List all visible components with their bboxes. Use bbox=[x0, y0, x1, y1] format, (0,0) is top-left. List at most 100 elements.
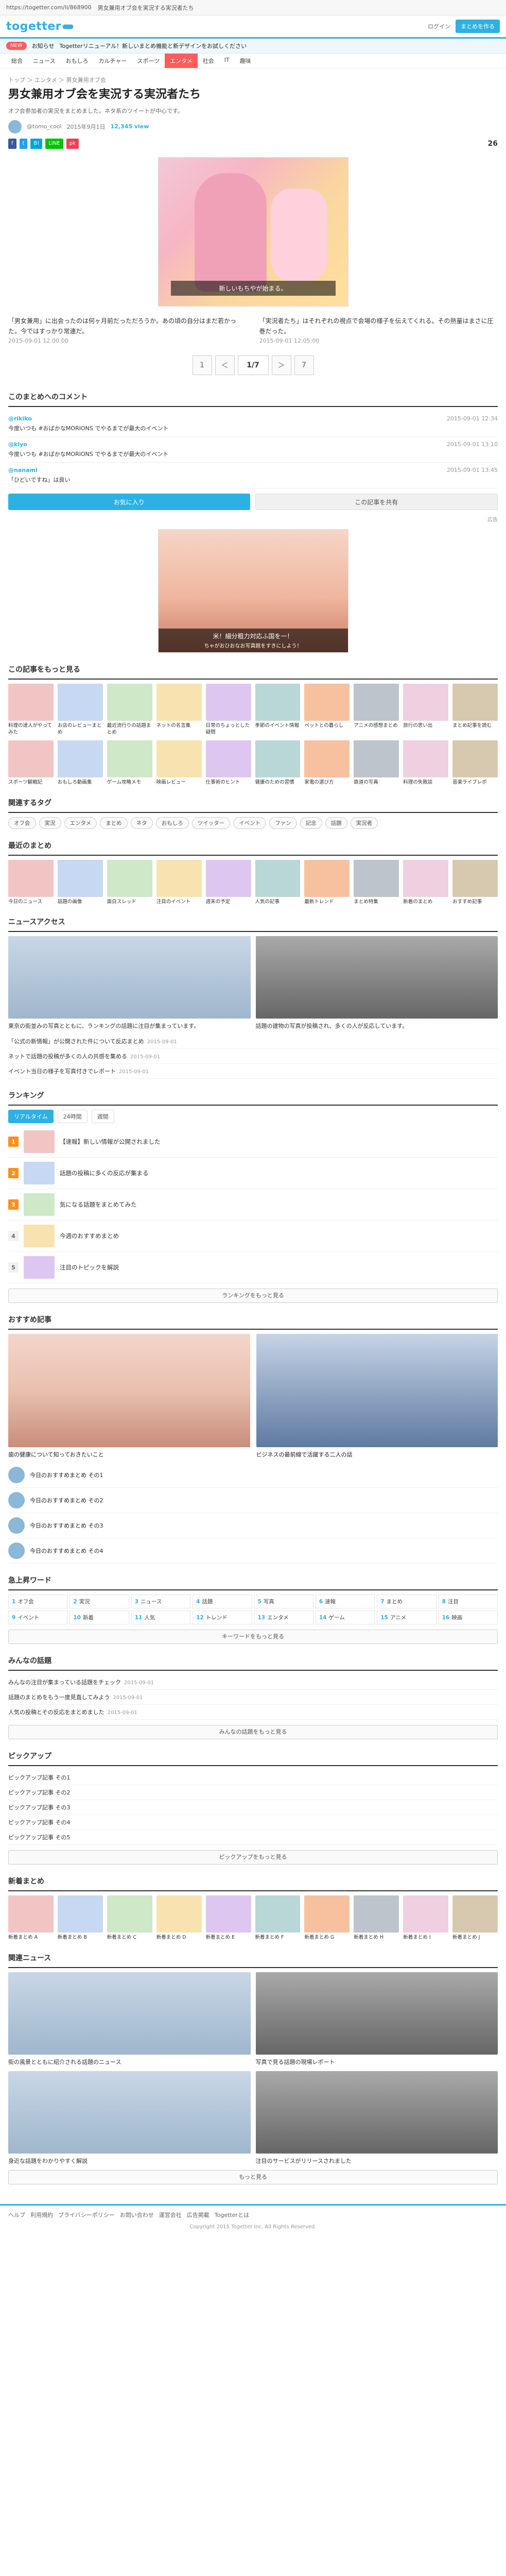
keyword-item[interactable]: 16 映画 bbox=[438, 1611, 498, 1625]
article-card[interactable]: 週末の予定 bbox=[205, 859, 251, 906]
keyword-item[interactable]: 14 ゲーム bbox=[315, 1611, 375, 1625]
ad-banner[interactable]: 米！細分粗力対応ふ国を一！ ちゃがおひおなお写真館をすきにしよう！ bbox=[158, 529, 348, 653]
footer-link[interactable]: お問い合わせ bbox=[120, 2211, 154, 2219]
tag-chip[interactable]: イベント bbox=[233, 817, 267, 829]
article-card[interactable]: 新着まとめ C bbox=[107, 1895, 152, 1941]
article-card[interactable]: 今日のニュース bbox=[8, 859, 54, 906]
category-tab[interactable]: エンタメ bbox=[165, 54, 198, 68]
favorite-button[interactable]: お気に入り bbox=[8, 494, 250, 511]
keyword-item[interactable]: 10 新着 bbox=[69, 1611, 129, 1625]
community-item[interactable]: みんなの注目が集まっている話題をチェック 2015-09-01 bbox=[8, 1675, 498, 1690]
tag-chip[interactable]: おもしろ bbox=[155, 817, 189, 829]
reco-list-item[interactable]: 今日のおすすめまとめ その3 bbox=[8, 1513, 498, 1539]
site-logo[interactable]: togetter bbox=[6, 20, 74, 33]
feature-item[interactable]: ピックアップ記事 その5 bbox=[8, 1830, 498, 1845]
article-card[interactable]: おすすめ記事 bbox=[452, 859, 498, 906]
footer-link[interactable]: 利用規約 bbox=[30, 2211, 53, 2219]
keyword-item[interactable]: 5 写真 bbox=[254, 1595, 313, 1609]
pager-last-button[interactable]: 7 bbox=[294, 355, 314, 376]
pager-first-button[interactable]: 1 bbox=[192, 355, 212, 376]
footer-link[interactable]: ヘルプ bbox=[8, 2211, 25, 2219]
keyword-item[interactable]: 12 トレンド bbox=[193, 1611, 252, 1625]
tag-chip[interactable]: 実況 bbox=[39, 817, 61, 829]
tweet-time[interactable]: 2015-09-01 12:00:00 bbox=[8, 336, 247, 346]
footer-link[interactable]: プライバシーポリシー bbox=[58, 2211, 115, 2219]
community-item[interactable]: 人気の投稿とその反応をまとめました 2015-09-01 bbox=[8, 1705, 498, 1720]
article-card[interactable]: 新着まとめ F bbox=[255, 1895, 301, 1941]
tag-chip[interactable]: 実況者 bbox=[350, 817, 378, 829]
keyword-item[interactable]: 3 ニュース bbox=[131, 1595, 191, 1609]
ranking-item[interactable]: 5 注目のトピックを解説 bbox=[8, 1252, 498, 1284]
share-article-button[interactable]: この記事を共有 bbox=[255, 494, 498, 511]
notice-text[interactable]: Togetterリニューアル！新しいまとめ機能と新デザインをお試しください bbox=[59, 42, 247, 50]
article-card[interactable]: 鉄道の写真 bbox=[354, 740, 399, 786]
pocket-share-button[interactable]: pk bbox=[66, 138, 79, 149]
keyword-item[interactable]: 1 オフ会 bbox=[8, 1595, 68, 1609]
article-card[interactable]: 料理の失敗談 bbox=[403, 740, 449, 786]
category-tab[interactable]: おもしろ bbox=[60, 54, 93, 68]
footer-link[interactable]: 広告掲載 bbox=[187, 2211, 210, 2219]
category-tab[interactable]: カルチャー bbox=[93, 54, 132, 68]
article-card[interactable]: アニメの感想まとめ bbox=[354, 684, 399, 736]
article-card[interactable]: 新着まとめ D bbox=[156, 1895, 202, 1941]
news-feature-card[interactable]: 話題の建物の写真が投稿され、多くの人が反応しています。 bbox=[255, 936, 498, 1030]
comment-author[interactable]: @rikiko bbox=[8, 415, 32, 422]
tag-chip[interactable]: ツイッター bbox=[191, 817, 231, 829]
keyword-item[interactable]: 13 エンタメ bbox=[254, 1611, 313, 1625]
article-card[interactable]: 最近流行りの話題まとめ bbox=[107, 684, 152, 736]
keyword-item[interactable]: 11 人気 bbox=[131, 1611, 191, 1625]
hero-image[interactable]: 新しいもちやが始まる。 bbox=[158, 157, 348, 307]
tag-chip[interactable]: エンタメ bbox=[64, 817, 97, 829]
keyword-item[interactable]: 8 注目 bbox=[438, 1595, 498, 1609]
tag-chip[interactable]: オフ会 bbox=[8, 817, 36, 829]
keyword-item[interactable]: 2 実況 bbox=[69, 1595, 129, 1609]
community-more-button[interactable]: みんなの話題をもっと見る bbox=[8, 1725, 498, 1740]
article-card[interactable]: 新着まとめ J bbox=[452, 1895, 498, 1941]
bottom-news-card[interactable]: 写真で見る話題の現場レポート bbox=[255, 1972, 498, 2066]
url-text[interactable]: https://togetter.com/li/868900 bbox=[6, 4, 92, 11]
article-card[interactable]: 新着まとめ H bbox=[354, 1895, 399, 1941]
article-card[interactable]: 料理の達人がやってみた bbox=[8, 684, 54, 736]
article-card[interactable]: 家電の選び方 bbox=[304, 740, 350, 786]
news-list-item[interactable]: ネットで話題の投稿が多くの人の共感を集める 2015-09-01 bbox=[8, 1049, 498, 1064]
pager-prev-button[interactable]: ＜ bbox=[215, 355, 235, 376]
ranking-tab[interactable]: 週間 bbox=[91, 1110, 114, 1124]
reco-feature-card[interactable]: 歯の健康について知っておきたいこと bbox=[8, 1334, 250, 1459]
bottom-news-card[interactable]: 街の風景とともに紹介される話題のニュース bbox=[8, 1972, 251, 2066]
reco-list-item[interactable]: 今日のおすすめまとめ その2 bbox=[8, 1488, 498, 1514]
article-card[interactable]: 音楽ライブレポ bbox=[452, 740, 498, 786]
article-card[interactable]: 季節のイベント情報 bbox=[255, 684, 301, 736]
footer-link[interactable]: Togetterとは bbox=[215, 2211, 249, 2219]
article-card[interactable]: 健康のための習慣 bbox=[255, 740, 301, 786]
tag-chip[interactable]: 記念 bbox=[300, 817, 322, 829]
article-card[interactable]: ペットとの暮らし bbox=[304, 684, 350, 736]
category-tab[interactable]: ニュース bbox=[28, 54, 60, 68]
news-list-item[interactable]: イベント当日の様子を写真付きでレポート 2015-09-01 bbox=[8, 1064, 498, 1079]
article-card[interactable]: 映画レビュー bbox=[156, 740, 202, 786]
article-card[interactable]: ネットの名言集 bbox=[156, 684, 202, 736]
article-card[interactable]: 新着まとめ A bbox=[8, 1895, 54, 1941]
feature-item[interactable]: ピックアップ記事 その3 bbox=[8, 1800, 498, 1816]
ranking-item[interactable]: 4 今週のおすすめまとめ bbox=[8, 1221, 498, 1252]
article-card[interactable]: 新着まとめ I bbox=[403, 1895, 449, 1941]
category-tab[interactable]: 社会 bbox=[198, 54, 219, 68]
article-card[interactable]: まとめ特集 bbox=[354, 859, 399, 906]
tag-chip[interactable]: ネタ bbox=[130, 817, 153, 829]
comment-author[interactable]: @nanami bbox=[8, 467, 38, 473]
ranking-item[interactable]: 1 【速報】新しい情報が公開されました bbox=[8, 1126, 498, 1158]
article-card[interactable]: まとめ記事を読む bbox=[452, 684, 498, 736]
article-card[interactable]: お店のレビューまとめ bbox=[57, 684, 103, 736]
feature-item[interactable]: ピックアップ記事 その4 bbox=[8, 1815, 498, 1831]
line-share-button[interactable]: LINE bbox=[45, 138, 63, 149]
keyword-item[interactable]: 7 まとめ bbox=[377, 1595, 437, 1609]
comment-author[interactable]: @kiyo bbox=[8, 441, 27, 448]
category-tab[interactable]: IT bbox=[219, 54, 235, 68]
article-card[interactable]: 日常のちょっとした疑問 bbox=[205, 684, 251, 736]
author-avatar[interactable] bbox=[8, 120, 22, 133]
bottom-news-card[interactable]: 注目のサービスがリリースされました bbox=[255, 2071, 498, 2165]
article-card[interactable]: 新着まとめ B bbox=[57, 1895, 103, 1941]
tag-chip[interactable]: 話題 bbox=[325, 817, 347, 829]
article-card[interactable]: 面白スレッド bbox=[107, 859, 152, 906]
article-card[interactable]: おもしろ動画集 bbox=[57, 740, 103, 786]
reco-list-item[interactable]: 今日のおすすめまとめ その4 bbox=[8, 1538, 498, 1564]
